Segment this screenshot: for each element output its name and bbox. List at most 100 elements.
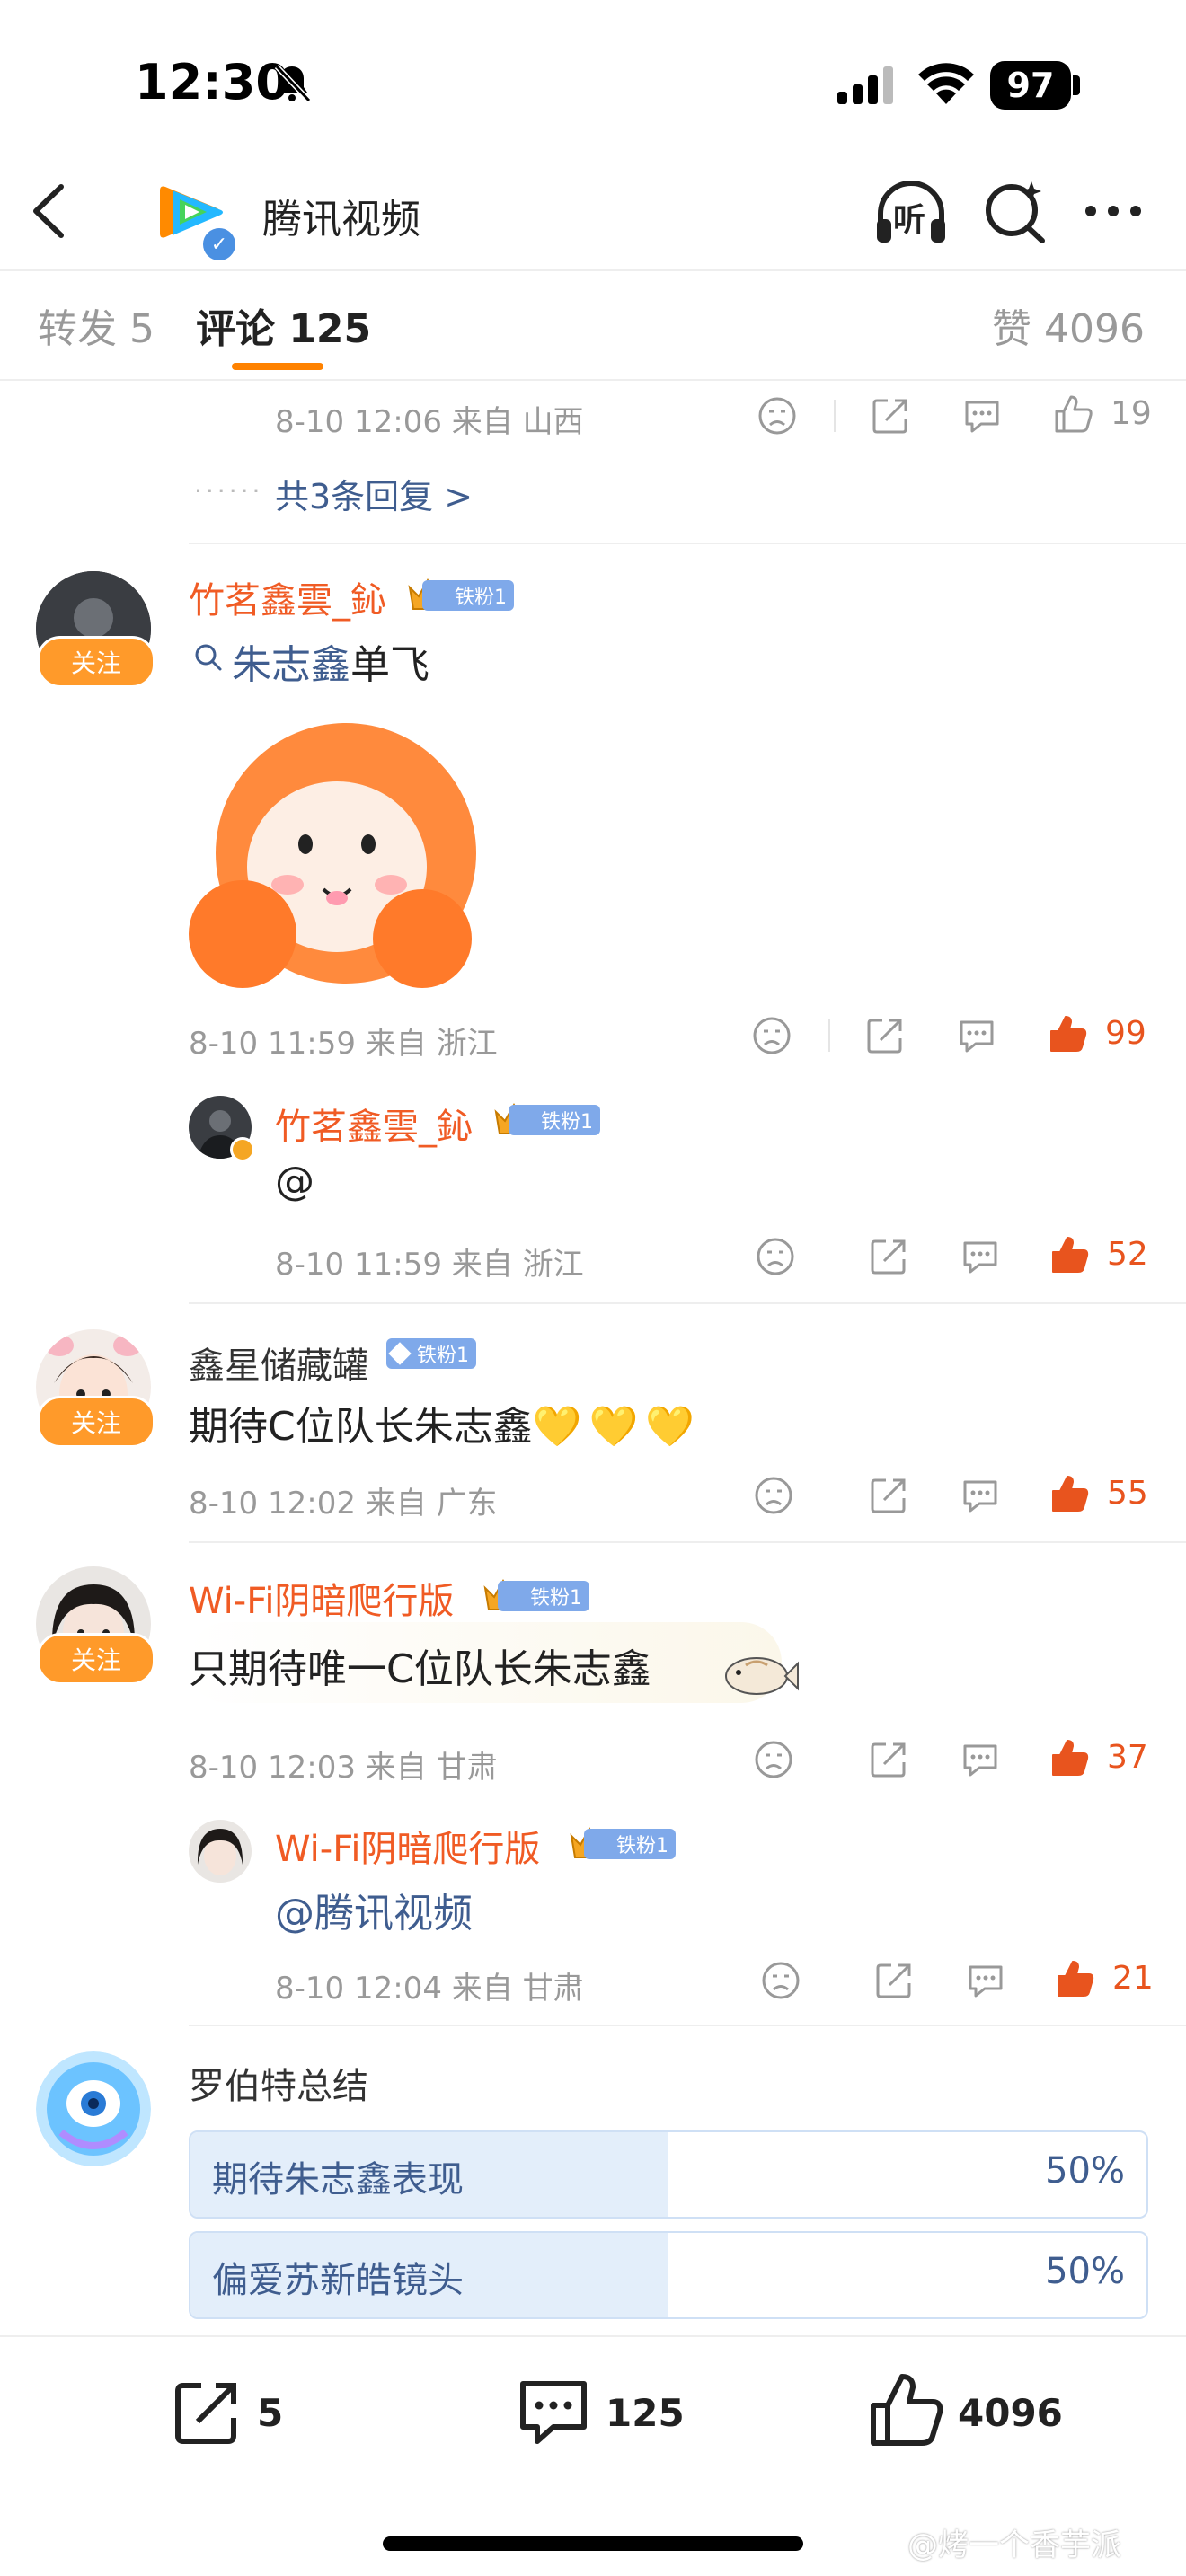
avatar-image [36,2051,151,2166]
like-thumb-icon[interactable] [868,2371,945,2448]
like-icon[interactable] [1049,1737,1091,1778]
poll-option-label: 偏爱苏新皓镜头 [212,2260,464,2301]
like-icon[interactable] [1055,1958,1096,1999]
comment-icon[interactable] [961,395,1003,437]
comment-icon[interactable] [960,1475,1001,1516]
comment-icon[interactable] [960,1236,1001,1277]
bell-muted-icon [274,64,312,103]
comment-icon[interactable] [960,1739,1001,1780]
dislike-face-icon[interactable] [755,1236,796,1277]
cellular-signal-icon [837,66,893,104]
fan-level-badge: 铁粉1 [509,1105,600,1135]
comment-icon[interactable] [965,1960,1006,2001]
reply-username[interactable]: Wi-Fi阴暗爬行版 [275,1820,540,1872]
comment-text: 朱志鑫单飞 [232,632,429,690]
comment-text-body: 期待C位队长朱志鑫 [189,1404,533,1450]
tab-repost[interactable]: 转发 5 [38,296,155,354]
repost-icon[interactable] [171,2377,243,2448]
like-count: 37 [1107,1739,1148,1776]
back-arrow-icon[interactable] [27,180,72,243]
fan-level-badge: 铁粉1 [386,1338,476,1369]
view-more-replies-link[interactable]: 共3条回复 > [275,469,473,518]
comment-username[interactable]: Wi-Fi阴暗爬行版 [189,1572,454,1624]
listen-label: 听 [893,202,926,239]
comment-username[interactable]: 竹茗鑫雲_鈊 [189,571,386,623]
status-time: 12:30 [135,54,289,110]
dislike-face-icon[interactable] [753,1739,794,1780]
avatar-image [189,1820,252,1883]
like-count: 55 [1107,1475,1148,1512]
divider [189,1302,1186,1304]
fan-level-badge: 铁粉1 [422,580,514,611]
poll-option[interactable]: 偏爱苏新皓镜头 50% [189,2231,1148,2319]
poll-author[interactable]: 罗伯特总结 [189,2057,368,2109]
comment-count: 125 [606,2391,685,2435]
search-sparkle-icon[interactable] [979,176,1051,248]
like-count: 21 [1112,1960,1154,1997]
like-count: 99 [1105,1015,1146,1052]
share-icon[interactable] [868,1236,909,1277]
like-icon[interactable] [1049,1234,1091,1275]
fan-badge-label: 铁粉1 [417,1345,469,1367]
follow-button[interactable]: 关注 [37,636,155,688]
poll-option-percent: 50% [1045,2251,1125,2292]
fan-level-badge: 铁粉1 [498,1581,589,1611]
share-icon[interactable] [870,395,911,437]
reply-meta: 8-10 12:04 来自 甘肃 [275,1971,584,2007]
battery-indicator: 97 [990,61,1071,110]
follow-button[interactable]: 关注 [37,1396,155,1448]
reply-username[interactable]: 竹茗鑫雲_鈊 [275,1098,473,1150]
monkey-sticker[interactable] [189,719,476,988]
comment-bubble-icon[interactable] [516,2375,591,2450]
battery-tip [1073,75,1080,95]
poll-option-label: 期待朱志鑫表现 [212,2159,464,2201]
diamond-icon [388,1342,412,1365]
reply-text: @ [275,1159,314,1204]
like-count: 52 [1107,1236,1148,1273]
like-icon[interactable] [1048,1013,1089,1054]
share-icon[interactable] [868,1475,909,1516]
dislike-face-icon[interactable] [751,1015,792,1056]
page-title: 腾讯视频 [262,197,420,243]
comment-meta: 8-10 12:02 来自 广东 [189,1486,498,1522]
like-total: 4096 [958,2391,1063,2435]
wifi-icon [918,63,974,104]
repost-count: 5 [257,2391,284,2435]
dislike-face-icon[interactable] [760,1960,801,2001]
comment-meta: 8-10 12:03 来自 甘肃 [189,1750,498,1786]
reply-meta: 8-10 12:06 来自 山西 [275,404,584,440]
avatar[interactable] [189,1820,252,1883]
like-icon[interactable] [1049,1473,1091,1514]
share-icon[interactable] [864,1015,906,1056]
comment-text: 只期待唯一C位队长朱志鑫 [189,1646,651,1692]
fish-sticker-icon [725,1657,799,1695]
share-icon[interactable] [868,1739,909,1780]
comment-username[interactable]: 鑫星储藏罐 [189,1337,368,1389]
tab-comments[interactable]: 评论 125 [196,296,371,354]
more-options-icon[interactable] [1082,189,1145,234]
fan-level-badge: 铁粉1 [584,1829,676,1859]
comment-text: 期待C位队长朱志鑫💛💛💛 [189,1394,702,1451]
like-icon[interactable] [1053,393,1094,435]
reply-dots: ······ [194,476,264,506]
avatar[interactable] [36,2051,151,2166]
like-count: 19 [1111,395,1152,432]
comment-icon[interactable] [956,1015,997,1056]
divider [189,543,1186,544]
home-indicator [383,2536,803,2551]
share-icon[interactable] [873,1960,915,2001]
mention-link[interactable]: @腾讯视频 [275,1881,473,1938]
comment-meta: 8-10 11:59 来自 浙江 [189,1026,498,1062]
divider [189,2025,1186,2026]
reply-meta: 8-10 11:59 来自 浙江 [275,1247,584,1283]
follow-button[interactable]: 关注 [37,1633,155,1685]
active-tab-indicator [232,363,323,370]
tab-likes[interactable]: 赞 4096 [992,296,1145,354]
verified-badge-icon [230,1137,255,1162]
poll-option-percent: 50% [1045,2150,1125,2192]
dislike-face-icon[interactable] [757,395,798,437]
poll-option[interactable]: 期待朱志鑫表现 50% [189,2130,1148,2219]
verified-badge-icon: ✓ [199,225,239,264]
topic-link[interactable]: 朱志鑫 [232,642,350,688]
dislike-face-icon[interactable] [753,1475,794,1516]
